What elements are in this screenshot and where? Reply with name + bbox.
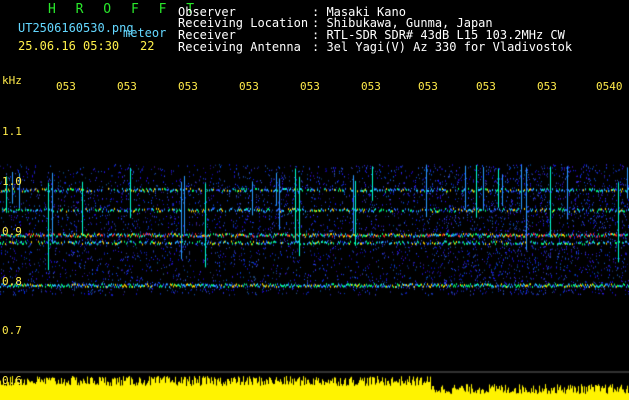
y-tick: 0.7 [2, 324, 22, 337]
y-tick: 0.8 [2, 275, 22, 288]
unit-label: kHz [2, 74, 22, 87]
filename-label: UT2506160530.png [18, 21, 134, 35]
y-tick: 1.1 [2, 125, 22, 138]
x-tick: 053 [418, 80, 438, 93]
x-tick: 053 [178, 80, 198, 93]
meteor-count: 22 [140, 39, 155, 53]
x-tick: 053 [361, 80, 381, 93]
x-tick: 053 [300, 80, 320, 93]
meteor-label: meteor [123, 26, 167, 40]
x-tick: 053 [537, 80, 557, 93]
y-tick: 0.6 [2, 374, 22, 387]
antenna-label: Receiving Antenna [178, 40, 301, 54]
antenna-value: : 3el Yagi(V) Az 330 for Vladivostok [312, 40, 573, 54]
x-tick: 053 [476, 80, 496, 93]
spectrogram-canvas [0, 0, 629, 400]
x-tick: 053 [117, 80, 137, 93]
x-tick: 053 [239, 80, 259, 93]
y-tick: 0.9 [2, 225, 22, 238]
y-tick: 1.0 [2, 175, 22, 188]
x-tick: 053 [56, 80, 76, 93]
x-tick: 0540 [596, 80, 623, 93]
datetime-label: 25.06.16 05:30 [18, 39, 120, 53]
